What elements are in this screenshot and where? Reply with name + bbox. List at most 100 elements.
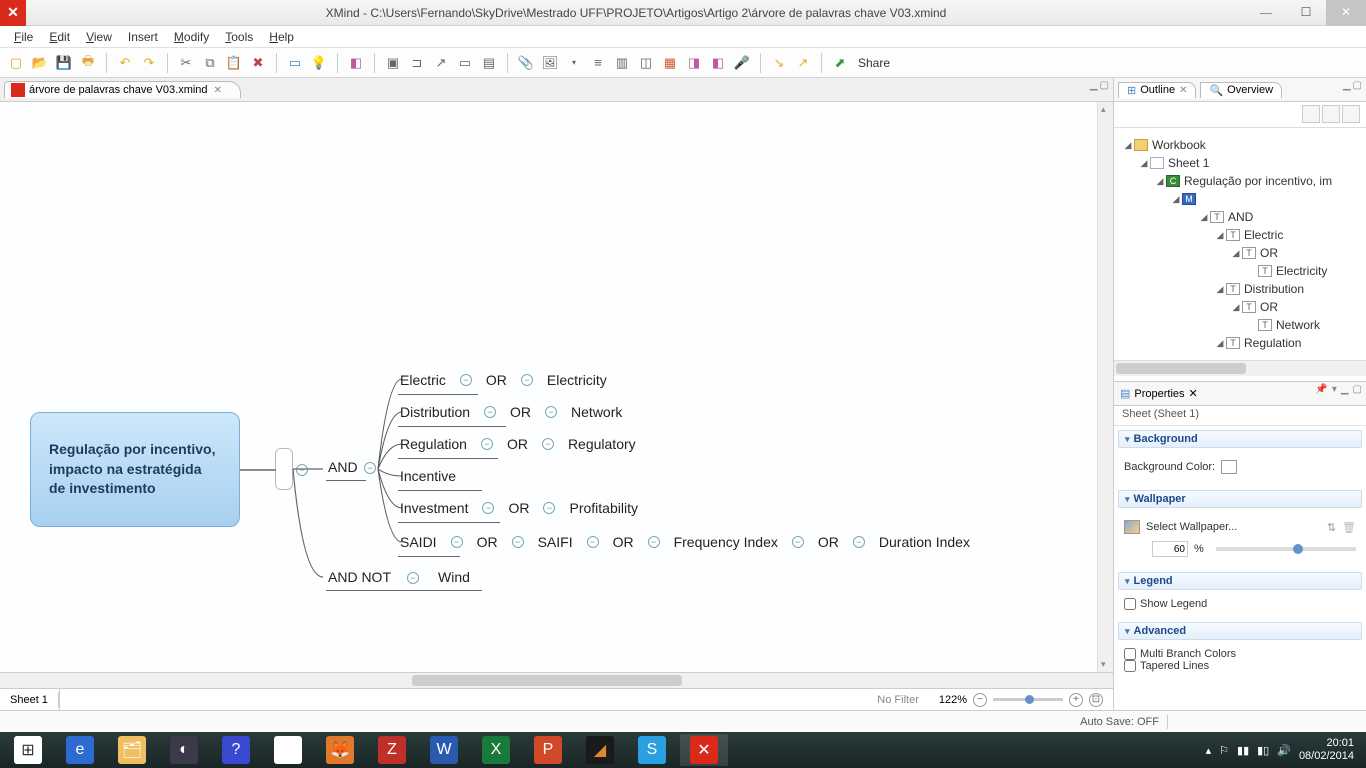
outline-collapse-button[interactable] xyxy=(1322,105,1340,123)
pin-icon[interactable]: 📌 xyxy=(1315,384,1327,395)
chrome-taskbar-icon[interactable]: ◉ xyxy=(264,734,312,766)
expand-dot-icon[interactable]: − xyxy=(482,502,494,514)
maximize-pane-icon[interactable]: ▢ xyxy=(1100,80,1109,91)
maximize-button[interactable]: ☐ xyxy=(1286,0,1326,26)
background-section[interactable]: ▾Background xyxy=(1118,430,1362,448)
or-label[interactable]: OR xyxy=(508,500,529,516)
start-button[interactable]: ⊞ xyxy=(4,734,52,766)
minimize-pane-icon[interactable]: ▁ xyxy=(1341,384,1349,395)
expand-dot-icon[interactable]: − xyxy=(853,536,865,548)
expand-dot-icon[interactable]: − xyxy=(543,502,555,514)
dropdown-icon[interactable]: ▾ xyxy=(1332,384,1337,395)
expand-dot-icon[interactable]: − xyxy=(545,406,557,418)
volume-icon[interactable]: 🔊 xyxy=(1277,744,1291,757)
powerpoint-taskbar-icon[interactable]: P xyxy=(524,734,572,766)
expand-dot-icon[interactable]: − xyxy=(484,406,496,418)
audio-button[interactable]: 🎤 xyxy=(732,53,752,73)
overview-tab[interactable]: 🔍 Overview xyxy=(1200,82,1282,98)
paste-button[interactable]: 📋 xyxy=(224,53,244,73)
menu-file[interactable]: File xyxy=(6,28,41,46)
freqidx-node[interactable]: Frequency Index xyxy=(674,534,778,550)
outline-tab[interactable]: ⊞ Outline ✕ xyxy=(1118,82,1196,98)
zoom-fit-button[interactable]: ⊡ xyxy=(1089,693,1103,707)
wind-node[interactable]: Wind xyxy=(438,569,470,585)
profitability-node[interactable]: Profitability xyxy=(569,500,637,516)
wifi-icon[interactable]: ▮▯ xyxy=(1257,744,1269,757)
or-label[interactable]: OR xyxy=(818,534,839,550)
collapsed-connector[interactable] xyxy=(275,448,293,490)
or-label[interactable]: OR xyxy=(613,534,634,550)
properties-tab-close[interactable]: ✕ xyxy=(1189,387,1198,400)
flag-icon[interactable]: ⚐ xyxy=(1219,744,1229,757)
menu-modify[interactable]: Modify xyxy=(166,28,217,46)
saidi-node[interactable]: SAIDI xyxy=(400,534,437,550)
network-node[interactable]: Network xyxy=(571,404,622,420)
drilldown2-button[interactable]: ↗ xyxy=(793,53,813,73)
ie-taskbar-icon[interactable]: e xyxy=(56,734,104,766)
note-button[interactable]: ▤ xyxy=(479,53,499,73)
wallpaper-updown-icon[interactable]: ⇅ xyxy=(1327,521,1336,534)
expand-dot-icon[interactable]: − xyxy=(648,536,660,548)
excel-taskbar-icon[interactable]: X xyxy=(472,734,520,766)
align-button[interactable]: ≡ xyxy=(588,53,608,73)
outline-menu-button[interactable] xyxy=(1342,105,1360,123)
battery-icon[interactable]: ▮▮ xyxy=(1237,744,1249,757)
attachment-button[interactable]: 📎 xyxy=(516,53,536,73)
bgcolor-swatch[interactable] xyxy=(1221,460,1237,474)
gantt-button[interactable]: ▦ xyxy=(660,53,680,73)
andnot-node[interactable]: AND NOT xyxy=(328,569,391,585)
electric-node[interactable]: Electric xyxy=(400,372,446,388)
expand-dot-icon[interactable]: − xyxy=(481,438,493,450)
expand-dot-icon[interactable]: − xyxy=(512,536,524,548)
andnot-expand[interactable]: − xyxy=(407,572,419,584)
vertical-scrollbar[interactable]: ▴ ▾ xyxy=(1097,102,1113,672)
xmind-taskbar-icon[interactable]: ✕ xyxy=(680,734,728,766)
minimize-pane-icon[interactable]: ▁ xyxy=(1090,80,1098,91)
zoom-out-button[interactable]: − xyxy=(973,693,987,707)
print-button[interactable]: 🖶 xyxy=(78,53,98,73)
show-legend-checkbox[interactable]: Show Legend xyxy=(1124,598,1356,610)
image-button[interactable]: 🖼 xyxy=(540,53,560,73)
explorer-taskbar-icon[interactable]: 🗂 xyxy=(108,734,156,766)
mindmap-canvas[interactable]: Regulação por incentivo, impacto na estr… xyxy=(0,102,1113,672)
relationship-button[interactable]: ↗ xyxy=(431,53,451,73)
cut-button[interactable]: ✂ xyxy=(176,53,196,73)
expand-dot-icon[interactable]: − xyxy=(542,438,554,450)
distribution-node[interactable]: Distribution xyxy=(400,404,470,420)
boundary-button[interactable]: ▣ xyxy=(383,53,403,73)
app3-taskbar-icon[interactable]: ◢ xyxy=(576,734,624,766)
saifi-node[interactable]: SAIFI xyxy=(538,534,573,550)
horizontal-scrollbar[interactable] xyxy=(0,672,1113,688)
expand-dot-icon[interactable]: − xyxy=(460,374,472,386)
open-button[interactable]: 📂 xyxy=(30,53,50,73)
tapered-checkbox[interactable]: Tapered Lines xyxy=(1124,660,1356,672)
tray-up-icon[interactable]: ▴ xyxy=(1206,744,1212,757)
or-label[interactable]: OR xyxy=(507,436,528,452)
delete-button[interactable]: ✖ xyxy=(248,53,268,73)
duridx-node[interactable]: Duration Index xyxy=(879,534,970,550)
summary-button[interactable]: ⊐ xyxy=(407,53,427,73)
marker-button[interactable]: ◧ xyxy=(346,53,366,73)
outline-tree[interactable]: ◢Workbook ◢Sheet 1 ◢CRegulação por incen… xyxy=(1114,128,1366,360)
investment-node[interactable]: Investment xyxy=(400,500,468,516)
outline-scrollbar[interactable] xyxy=(1114,360,1366,376)
or-label[interactable]: OR xyxy=(477,534,498,550)
and-node[interactable]: AND xyxy=(328,459,358,475)
new-button[interactable]: ▢ xyxy=(6,53,26,73)
system-tray[interactable]: ▴ ⚐ ▮▮ ▮▯ 🔊 20:01 08/02/2014 xyxy=(1198,737,1362,763)
legend-section[interactable]: ▾Legend xyxy=(1118,572,1362,590)
skype-taskbar-icon[interactable]: S xyxy=(628,734,676,766)
minimize-pane-icon[interactable]: ▁ xyxy=(1343,80,1351,91)
expand-dot-icon[interactable]: − xyxy=(451,536,463,548)
menu-insert[interactable]: Insert xyxy=(120,28,166,46)
maximize-pane-icon[interactable]: ▢ xyxy=(1353,80,1362,91)
wallpaper-delete-icon[interactable]: 🗑 xyxy=(1342,521,1356,534)
menu-tools[interactable]: Tools xyxy=(217,28,261,46)
drilldown-button[interactable]: ▥ xyxy=(612,53,632,73)
undo-button[interactable]: ↶ xyxy=(115,53,135,73)
copy-button[interactable]: ⧉ xyxy=(200,53,220,73)
word-taskbar-icon[interactable]: W xyxy=(420,734,468,766)
image-dropdown[interactable]: ▾ xyxy=(564,53,584,73)
editor-tab[interactable]: árvore de palavras chave V03.xmind ✕ xyxy=(4,81,241,98)
label-button[interactable]: ▭ xyxy=(455,53,475,73)
